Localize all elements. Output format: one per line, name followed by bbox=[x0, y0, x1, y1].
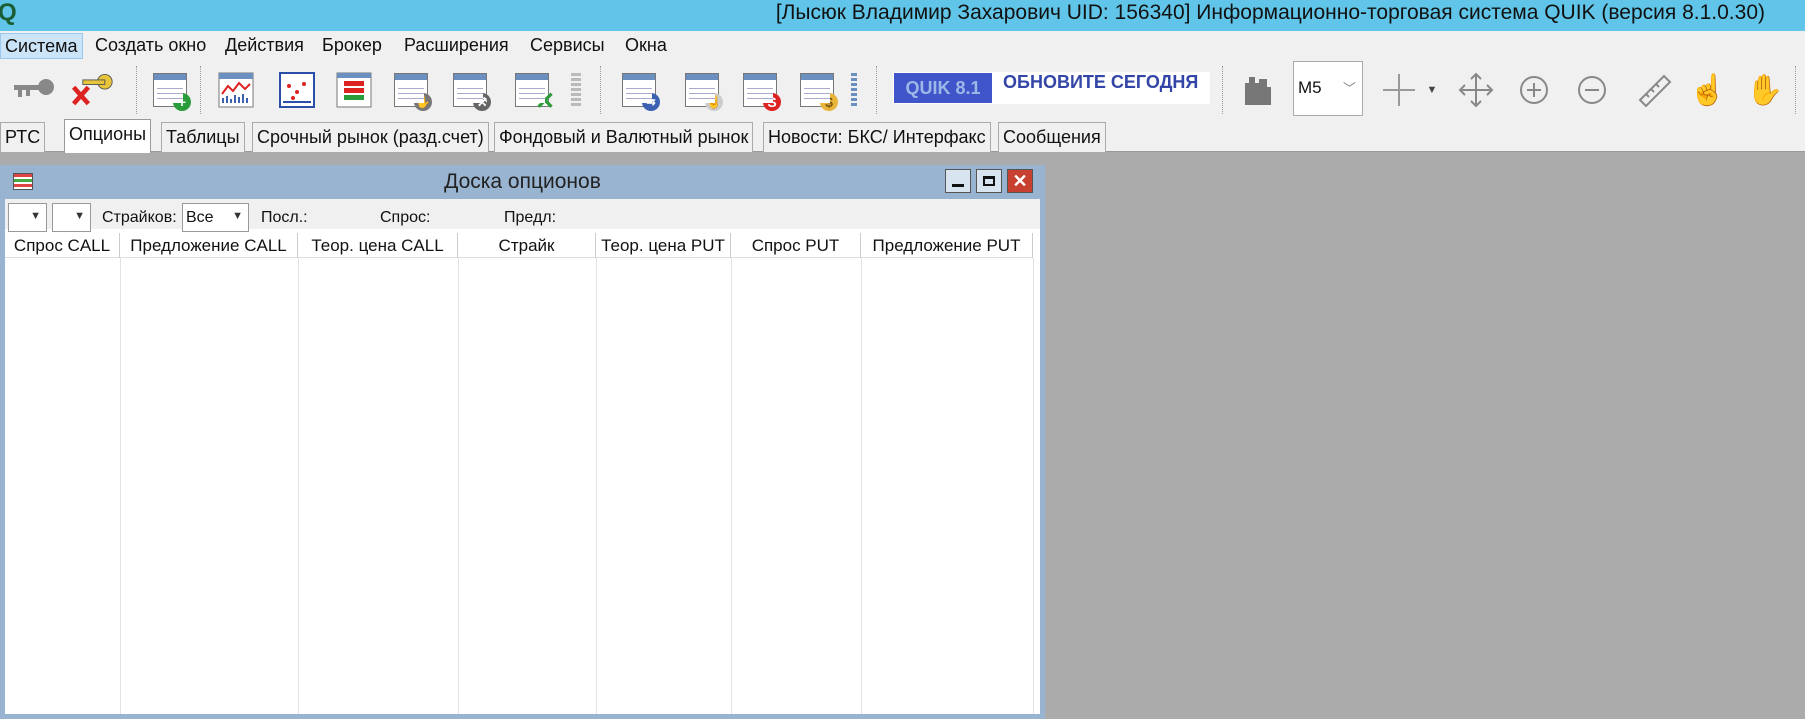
ruler-icon[interactable] bbox=[1632, 68, 1676, 112]
column-divider bbox=[458, 258, 459, 714]
new-table-icon[interactable]: + bbox=[148, 68, 192, 112]
strikes-select[interactable]: Все ▼ bbox=[182, 203, 249, 232]
col-put-bid[interactable]: Спрос PUT bbox=[731, 233, 861, 258]
col-call-bid[interactable]: Спрос CALL bbox=[5, 233, 120, 258]
menu-broker[interactable]: Брокер bbox=[318, 33, 386, 59]
crosshair-icon[interactable] bbox=[1377, 68, 1421, 112]
bid-label: Спрос: bbox=[380, 209, 431, 226]
toolbar-separator bbox=[876, 66, 878, 114]
toolbar-separator bbox=[1795, 66, 1797, 114]
filter-row: ▼ ▼ Страйков: Все ▼ Посл.: Спрос: Предл: bbox=[5, 199, 1040, 232]
toolbar-separator bbox=[136, 66, 138, 114]
tab-bar: РТС Опционы Таблицы Срочный рынок (разд.… bbox=[0, 119, 1805, 153]
option-board-window: Доска опционов ✕ ▼ ▼ Страйков: Все ▼ Пос… bbox=[0, 165, 1045, 719]
interval-value: M5 bbox=[1298, 78, 1322, 97]
toolbar-separator bbox=[200, 66, 202, 114]
key-icon[interactable] bbox=[12, 68, 56, 112]
strikes-value: Все bbox=[186, 209, 214, 226]
quik-logo-icon: Q bbox=[0, 0, 17, 26]
chevron-down-icon[interactable]: ▼ bbox=[1420, 68, 1444, 112]
instrument-icon[interactable] bbox=[1236, 68, 1280, 112]
window-title: [Лысюк Владимир Захарович UID: 156340] И… bbox=[775, 1, 1765, 24]
tab-options[interactable]: Опционы bbox=[64, 119, 152, 153]
zoom-in-icon[interactable] bbox=[1512, 68, 1556, 112]
more-tools-icon[interactable] bbox=[568, 68, 584, 112]
col-put-ask[interactable]: Предложение PUT bbox=[861, 233, 1033, 258]
scatter-chart-icon[interactable] bbox=[275, 68, 319, 112]
tab-messages[interactable]: Сообщения bbox=[998, 122, 1106, 152]
deal-icon[interactable]: ✋ bbox=[389, 68, 433, 112]
strikes-label: Страйков: bbox=[102, 209, 177, 226]
option-board-titlebar[interactable]: Доска опционов ✕ bbox=[5, 165, 1040, 199]
cancel-orders-icon[interactable]: ✕ bbox=[510, 68, 555, 114]
order-book-icon[interactable] bbox=[332, 68, 376, 112]
last-price-label: Посл.: bbox=[261, 209, 308, 226]
tab-tables[interactable]: Таблицы bbox=[161, 122, 245, 152]
col-strike[interactable]: Страйк bbox=[458, 233, 596, 258]
chevron-down-icon: ﹀ bbox=[1342, 81, 1356, 96]
column-divider bbox=[596, 258, 597, 714]
col-call-theor-price[interactable]: Теор. цена CALL bbox=[298, 233, 458, 258]
update-cta[interactable]: ОБНОВИТЕ СЕГОДНЯ bbox=[1003, 72, 1198, 104]
menu-bar: Система Создать окно Действия Брокер Рас… bbox=[0, 31, 1805, 60]
col-call-ask[interactable]: Предложение CALL bbox=[120, 233, 298, 258]
maximize-button[interactable] bbox=[976, 169, 1002, 193]
menu-system[interactable]: Система bbox=[0, 33, 83, 59]
col-put-theor-price[interactable]: Теор. цена PUT bbox=[596, 233, 731, 258]
column-divider bbox=[120, 258, 121, 714]
chevron-down-icon: ▼ bbox=[30, 210, 41, 222]
tab-stock-currency-market[interactable]: Фондовый и Валютный рынок bbox=[494, 122, 754, 152]
tab-futures-market[interactable]: Срочный рынок (разд.счет) bbox=[252, 122, 489, 152]
menu-create-window[interactable]: Создать окно bbox=[91, 33, 210, 59]
column-divider bbox=[298, 258, 299, 714]
interval-select[interactable]: M5 ﹀ bbox=[1293, 61, 1363, 116]
option-board-title: Доска опционов bbox=[444, 170, 601, 193]
quik-version-logo: QUIK 8.1 bbox=[894, 73, 992, 103]
tab-news[interactable]: Новости: БКС/ Интерфакс bbox=[763, 122, 991, 152]
chevron-down-icon: ▼ bbox=[232, 210, 243, 222]
stop-order-icon[interactable]: ☝ bbox=[680, 68, 724, 112]
title-bar: Q [Лысюк Владимир Захарович UID: 156340]… bbox=[0, 0, 1805, 31]
column-divider bbox=[731, 258, 732, 714]
zoom-out-icon[interactable] bbox=[1570, 68, 1614, 112]
tab-rts[interactable]: РТС bbox=[0, 122, 46, 152]
disconnect-icon[interactable] bbox=[70, 68, 114, 112]
chart-icon[interactable] bbox=[214, 68, 258, 112]
column-divider bbox=[861, 258, 862, 714]
close-icon: ✕ bbox=[1012, 171, 1028, 191]
trade-icon[interactable]: ⇆ bbox=[617, 68, 661, 112]
menu-extensions[interactable]: Расширения bbox=[400, 33, 513, 59]
toolbar-separator bbox=[600, 66, 602, 114]
chevron-down-icon: ▼ bbox=[74, 210, 85, 222]
menu-actions[interactable]: Действия bbox=[221, 33, 308, 59]
coins-icon[interactable]: $ bbox=[795, 68, 839, 112]
instrument-select[interactable]: ▼ bbox=[52, 203, 91, 232]
option-board-header: Спрос CALL Предложение CALL Теор. цена C… bbox=[5, 233, 1033, 258]
money-icon[interactable]: S bbox=[738, 68, 782, 112]
move-icon[interactable] bbox=[1454, 68, 1498, 112]
toolbar-separator bbox=[1222, 66, 1224, 114]
ask-label: Предл: bbox=[504, 209, 557, 226]
grab-hand-icon[interactable]: ✋ bbox=[1743, 68, 1787, 112]
close-button[interactable]: ✕ bbox=[1007, 169, 1033, 193]
update-banner[interactable]: QUIK 8.1 ОБНОВИТЕ СЕГОДНЯ bbox=[893, 72, 1210, 104]
minimize-button[interactable] bbox=[945, 169, 971, 193]
menu-windows[interactable]: Окна bbox=[621, 33, 671, 59]
settings-table-icon[interactable]: ⚒ bbox=[448, 68, 492, 112]
menu-services[interactable]: Сервисы bbox=[526, 33, 609, 59]
pointer-hand-icon[interactable]: ☝ bbox=[1686, 68, 1730, 112]
class-select[interactable]: ▼ bbox=[8, 203, 47, 232]
more-tools-icon[interactable] bbox=[848, 68, 860, 112]
column-divider bbox=[1033, 258, 1034, 714]
